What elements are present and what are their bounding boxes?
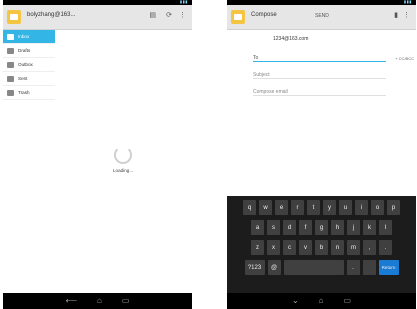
- mail-icon[interactable]: [7, 10, 21, 24]
- key-u[interactable]: u: [339, 200, 352, 215]
- nav-bar: ⟵ ⌂ ▭: [3, 293, 192, 309]
- recents-icon[interactable]: ▭: [122, 297, 130, 305]
- action-bar: Compose SEND ▮ ⋮: [227, 5, 416, 30]
- key-symbols[interactable]: ?123: [244, 260, 265, 275]
- overflow-menu-icon[interactable]: ⋮: [403, 11, 410, 19]
- key-space[interactable]: [283, 260, 344, 275]
- key-l[interactable]: l: [379, 220, 392, 235]
- account-title[interactable]: bolyzhang@163...: [27, 12, 75, 18]
- key-n[interactable]: n: [331, 240, 344, 255]
- mail-icon[interactable]: [231, 10, 245, 24]
- body-placeholder: Compose email: [253, 89, 288, 95]
- nav-bar: ⌄ ⌂ ▭: [227, 293, 416, 309]
- key-return[interactable]: Return: [378, 260, 399, 275]
- keyboard-row-3: z x c v b n m , .: [227, 240, 416, 255]
- to-label: To: [253, 55, 259, 61]
- key-period[interactable]: .: [379, 240, 392, 255]
- sent-icon: [7, 75, 14, 82]
- to-field[interactable]: To: [253, 49, 386, 62]
- drawer-item-sent[interactable]: Sent: [3, 72, 55, 86]
- action-bar: bolyzhang@163... ▤ ⟳ ⋮: [3, 5, 192, 30]
- key-w[interactable]: w: [259, 200, 272, 215]
- key-at[interactable]: @: [267, 260, 281, 275]
- key-i[interactable]: i: [355, 200, 368, 215]
- home-icon[interactable]: ⌂: [319, 297, 324, 305]
- send-button[interactable]: SEND: [315, 13, 329, 19]
- key-r[interactable]: r: [291, 200, 304, 215]
- folder-drawer: Inbox Drafts Outbox Sent Trash: [3, 30, 55, 100]
- key-c[interactable]: c: [283, 240, 296, 255]
- body-field[interactable]: Compose email: [253, 83, 386, 96]
- drawer-item-inbox[interactable]: Inbox: [3, 30, 55, 44]
- key-j[interactable]: j: [347, 220, 360, 235]
- loading-text: Loading...: [113, 168, 134, 173]
- keyboard-row-2: a s d f g h j k l: [227, 220, 416, 235]
- soft-keyboard: q w e r t y u i o p a s d f g h j k l z …: [227, 196, 416, 293]
- drafts-icon: [7, 47, 14, 54]
- recents-icon[interactable]: ▭: [343, 297, 351, 305]
- attach-icon[interactable]: ▮: [394, 11, 398, 19]
- inbox-icon: [7, 33, 14, 40]
- refresh-icon[interactable]: ⟳: [166, 11, 172, 19]
- drawer-item-trash[interactable]: Trash: [3, 86, 55, 100]
- key-x[interactable]: x: [267, 240, 280, 255]
- key-g[interactable]: g: [315, 220, 328, 235]
- back-icon[interactable]: ⌄: [292, 297, 299, 305]
- home-icon[interactable]: ⌂: [97, 297, 102, 305]
- key-z[interactable]: z: [251, 240, 264, 255]
- subject-placeholder: Subject: [253, 72, 270, 78]
- cc-bcc-button[interactable]: + CC/BCC: [395, 56, 414, 61]
- drawer-item-drafts[interactable]: Drafts: [3, 44, 55, 58]
- compose-title: Compose: [251, 12, 277, 18]
- key-dot[interactable]: .: [346, 260, 360, 275]
- overflow-menu-icon[interactable]: ⋮: [179, 11, 186, 19]
- key-p[interactable]: p: [387, 200, 400, 215]
- key-s[interactable]: s: [267, 220, 280, 235]
- key-h[interactable]: h: [331, 220, 344, 235]
- key-y[interactable]: y: [323, 200, 336, 215]
- key-v[interactable]: v: [299, 240, 312, 255]
- drawer-label: Outbox: [18, 62, 33, 67]
- outbox-icon: [7, 61, 14, 68]
- key-m[interactable]: m: [347, 240, 360, 255]
- keyboard-row-4: ?123 @ . Return: [227, 260, 416, 275]
- drawer-label: Sent: [18, 76, 28, 81]
- drawer-label: Inbox: [18, 34, 30, 39]
- drawer-label: Drafts: [18, 48, 31, 53]
- key-a[interactable]: a: [251, 220, 264, 235]
- key-d[interactable]: d: [283, 220, 296, 235]
- phone-compose: ▮▮▮ Compose SEND ▮ ⋮ 1234@163.com To + C…: [227, 0, 416, 309]
- status-icons: ▮▮▮: [403, 0, 412, 4]
- status-icons: ▮▮▮: [179, 0, 188, 4]
- drawer-label: Trash: [18, 90, 30, 95]
- loading-indicator: Loading...: [113, 146, 133, 173]
- key-f[interactable]: f: [299, 220, 312, 235]
- key-comma[interactable]: ,: [363, 240, 376, 255]
- from-address: 1234@163.com: [273, 36, 309, 42]
- key-emoji[interactable]: [362, 260, 376, 275]
- subject-field[interactable]: Subject: [253, 66, 386, 79]
- key-k[interactable]: k: [363, 220, 376, 235]
- key-q[interactable]: q: [243, 200, 256, 215]
- phone-inbox: ▮▮▮ bolyzhang@163... ▤ ⟳ ⋮ Inbox Drafts …: [3, 0, 192, 309]
- trash-icon: [7, 89, 14, 96]
- compose-list-icon[interactable]: ▤: [149, 11, 156, 19]
- key-b[interactable]: b: [315, 240, 328, 255]
- back-icon[interactable]: ⟵: [66, 297, 77, 305]
- drawer-item-outbox[interactable]: Outbox: [3, 58, 55, 72]
- key-o[interactable]: o: [371, 200, 384, 215]
- keyboard-row-1: q w e r t y u i o p: [227, 200, 416, 215]
- key-t[interactable]: t: [307, 200, 320, 215]
- key-e[interactable]: e: [275, 200, 288, 215]
- spinner-icon: [114, 146, 133, 164]
